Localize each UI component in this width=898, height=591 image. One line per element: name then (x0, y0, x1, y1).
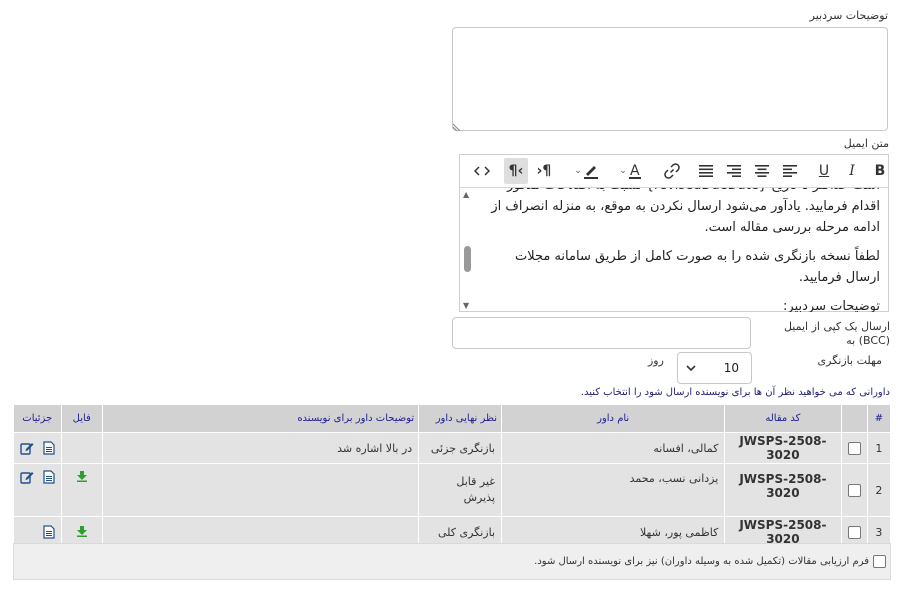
edit-icon[interactable] (20, 441, 34, 455)
col-reviewer-comments: توضیحات داور برای نویسنده (101, 404, 420, 433)
italic-icon[interactable]: I (840, 158, 864, 184)
bcc-input[interactable] (452, 317, 751, 349)
underline-icon[interactable]: U (812, 158, 836, 184)
evaluation-form-row: فرم ارزیابی مقالات (تکمیل شده به وسیله د… (13, 543, 891, 580)
col-article-code: کد مقاله (724, 404, 842, 433)
email-text-label: متن ایمیل (843, 137, 889, 150)
edit-icon[interactable] (20, 470, 34, 484)
reviewer-name: کمالی، افسانه (501, 432, 726, 464)
chevron-down-icon: ⌄ (574, 166, 582, 176)
row-checkbox[interactable] (847, 483, 861, 497)
details-cell (13, 432, 62, 464)
reviewer-name: یزدانی نسب، محمد (501, 463, 726, 517)
highlight-dropdown[interactable]: ⌄ (566, 158, 606, 184)
link-icon[interactable] (660, 158, 684, 184)
editor-content[interactable]: است حداکثر تا تاریخ {revisedDueDate} نسب… (476, 188, 880, 312)
align-right-icon[interactable] (722, 158, 746, 184)
file-cell (60, 463, 103, 517)
row-checkbox[interactable] (847, 525, 861, 539)
content-paragraph: لطفاً نسخه بازنگری شده را به صورت کامل ا… (514, 249, 880, 285)
align-center-icon[interactable] (750, 158, 774, 184)
deadline-value: 10 (723, 361, 739, 375)
font-color-dropdown[interactable]: ⌄ A (610, 158, 650, 184)
table-row: 1 JWSPS-2508-3020 کمالی، افسانه بازنگری … (13, 432, 892, 464)
article-code: JWSPS-2508-3020 (724, 463, 842, 517)
table-row: 2 JWSPS-2508-3020 یزدانی نسب، محمد غیر ق… (13, 463, 892, 517)
content-paragraph: است حداکثر تا تاریخ {revisedDueDate} نسب… (491, 188, 880, 235)
download-icon[interactable] (76, 525, 88, 537)
col-file: فایل (60, 404, 103, 433)
content-paragraph: توضیحات سردبیر: (783, 299, 880, 312)
col-select (840, 404, 868, 433)
final-decision: بازنگری جزئی (418, 432, 503, 464)
chevron-down-icon: ⌄ (619, 166, 627, 176)
email-editor: ¶‹ ›¶ ⌄ ⌄ A U I B ▲ ▼ اقدام فرمایید. یاد… (459, 154, 889, 312)
resize-grip-icon[interactable] (453, 122, 462, 131)
editor-notes-textarea[interactable] (452, 27, 888, 131)
deadline-label: مهلت بازنگری (817, 354, 882, 367)
row-number: 2 (866, 463, 892, 517)
final-decision: غیر قابل پذیرش (418, 463, 503, 517)
editor-toolbar: ¶‹ ›¶ ⌄ ⌄ A U I B (460, 155, 888, 188)
ltr-icon[interactable]: ›¶ (532, 158, 556, 184)
row-number: 1 (866, 432, 892, 464)
document-icon[interactable] (42, 525, 55, 539)
reviewers-instruction: داورانی که می خواهید نظر آن ها برای نویس… (580, 387, 890, 398)
article-code: JWSPS-2508-3020 (724, 432, 842, 464)
evaluation-form-label: فرم ارزیابی مقالات (تکمیل شده به وسیله د… (534, 556, 869, 567)
font-color-icon: A (628, 163, 641, 179)
row-checkbox-cell (840, 432, 868, 464)
deadline-select[interactable]: 10 (677, 352, 752, 384)
document-icon[interactable] (42, 441, 55, 455)
bold-icon[interactable]: B (868, 158, 892, 184)
col-reviewer-name: نام داور (501, 404, 726, 433)
scroll-down-icon[interactable]: ▼ (463, 301, 469, 310)
reviewers-table: # کد مقاله نام داور نظر نهایی داور توضیح… (13, 404, 892, 548)
svg-text:A: A (630, 163, 640, 179)
evaluation-form-checkbox[interactable] (873, 555, 886, 568)
row-checkbox-cell (840, 463, 868, 517)
reviewer-comment: در بالا اشاره شد (101, 432, 420, 464)
scroll-up-icon[interactable]: ▲ (463, 190, 469, 199)
document-icon[interactable] (42, 470, 55, 484)
file-cell (60, 432, 103, 464)
rtl-icon[interactable]: ¶‹ (504, 158, 528, 184)
col-number: # (866, 404, 892, 433)
editor-notes-label: توضیحات سردبیر (809, 9, 888, 22)
editor-scrollbar[interactable]: ▲ ▼ (462, 188, 474, 310)
deadline-unit: روز (648, 354, 664, 367)
row-checkbox[interactable] (847, 441, 861, 455)
details-cell (13, 463, 62, 517)
col-details: جزئیات (13, 404, 62, 433)
highlight-icon (583, 166, 598, 179)
scroll-thumb[interactable] (464, 246, 471, 272)
align-justify-icon[interactable] (694, 158, 718, 184)
bcc-label: ارسال یک کپی از ایمیل (BCC) به (783, 320, 890, 347)
download-icon[interactable] (76, 470, 88, 482)
source-code-icon[interactable] (470, 158, 494, 184)
chevron-down-icon (686, 364, 696, 371)
col-final-decision: نظر نهایی داور (418, 404, 503, 433)
align-left-icon[interactable] (778, 158, 802, 184)
reviewer-comment (101, 463, 420, 517)
